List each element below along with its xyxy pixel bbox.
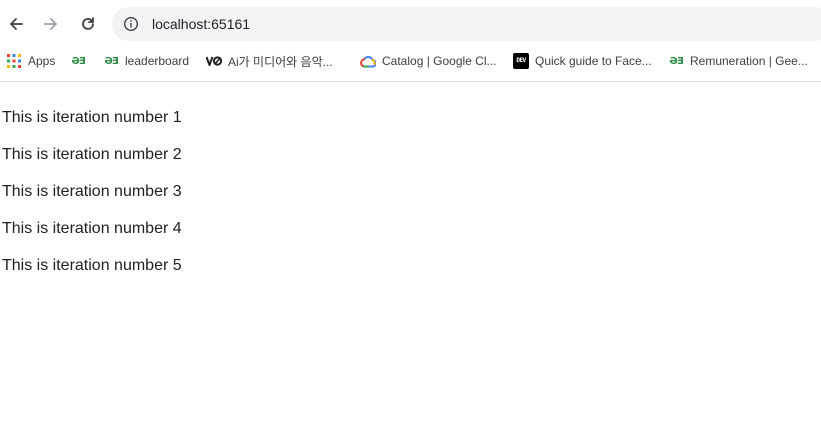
page-content: This is iteration number 1 This is itera… xyxy=(0,82,821,434)
google-cloud-icon xyxy=(360,53,376,69)
info-icon[interactable] xyxy=(123,16,139,32)
bookmark-label: Ai가 미디어와 음악... xyxy=(228,54,333,69)
gfg-icon: ƏƎ xyxy=(104,55,118,67)
dev-icon: DEV xyxy=(513,53,529,69)
browser-toolbar: localhost:65161 xyxy=(0,0,821,46)
bookmark-quick-guide[interactable]: DEV Quick guide to Face... xyxy=(513,52,652,70)
bookmark-ai-media[interactable]: Ai가 미디어와 음악... xyxy=(206,52,333,70)
bookmark-label: Quick guide to Face... xyxy=(535,54,652,68)
dev-glyph: DEV xyxy=(513,53,529,69)
reload-button[interactable] xyxy=(74,10,102,38)
vo-icon xyxy=(206,53,222,69)
address-bar[interactable]: localhost:65161 xyxy=(112,7,821,41)
iteration-line: This is iteration number 5 xyxy=(2,257,182,274)
gfg-icon: ƏƎ xyxy=(669,55,683,67)
bookmarks-bar: Apps ƏƎ ƏƎ leaderboard Ai가 미디어와 음악... Ca… xyxy=(0,48,821,74)
back-button[interactable] xyxy=(2,10,30,38)
arrow-left-icon xyxy=(10,18,23,30)
url-text[interactable]: localhost:65161 xyxy=(152,16,250,32)
bookmark-label: leaderboard xyxy=(125,54,190,68)
bookmark-catalog-google-cloud[interactable]: Catalog | Google Cl... xyxy=(360,52,497,70)
bookmark-label: Apps xyxy=(28,54,56,68)
bookmark-label: Catalog | Google Cl... xyxy=(382,54,497,68)
arrow-right-icon xyxy=(44,18,57,30)
bookmark-gfg[interactable]: ƏƎ xyxy=(70,52,92,70)
apps-grid-icon xyxy=(6,53,22,69)
bookmark-label: Remuneration | Gee... xyxy=(690,54,808,68)
iteration-line: This is iteration number 2 xyxy=(2,146,182,163)
bookmark-leaderboard[interactable]: ƏƎ leaderboard xyxy=(103,52,189,70)
iteration-line: This is iteration number 4 xyxy=(2,220,182,237)
iteration-line: This is iteration number 1 xyxy=(2,109,182,126)
bookmark-remuneration[interactable]: ƏƎ Remuneration | Gee... xyxy=(668,52,808,70)
forward-button[interactable] xyxy=(37,10,65,38)
reload-icon xyxy=(82,17,94,30)
bookmark-apps[interactable]: Apps xyxy=(6,52,55,70)
iteration-line: This is iteration number 3 xyxy=(2,183,182,200)
gfg-icon: ƏƎ xyxy=(71,55,85,67)
